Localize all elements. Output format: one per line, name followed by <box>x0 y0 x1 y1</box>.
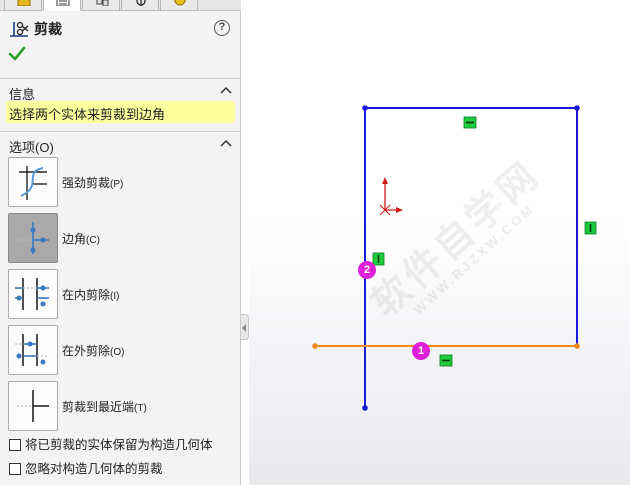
property-manager-panel: 剪裁 ? 信息 选择两个实体来剪裁到边角 选项(O) 强劲剪裁(P) 边角(C)… <box>0 0 241 485</box>
help-icon[interactable]: ? <box>214 20 230 36</box>
panel-collapse-handle[interactable] <box>241 314 249 340</box>
power-trim-label[interactable]: 强劲剪裁(P) <box>62 176 123 192</box>
trim-away-outside-icon <box>15 334 49 366</box>
sketch-endpoint[interactable] <box>574 105 580 111</box>
trim-entities-icon <box>10 21 29 37</box>
message-section-header[interactable]: 信息 <box>0 78 241 102</box>
ok-checkmark-icon[interactable] <box>8 46 26 62</box>
graphics-area[interactable]: 软件自学网 WWW.RJZXW.COM 1 2 <box>249 0 630 485</box>
message-text: 选择两个实体来剪裁到边角 <box>9 107 166 122</box>
dimxpert-manager-icon <box>136 0 146 6</box>
power-trim-button[interactable] <box>8 157 58 207</box>
ignore-construction-label[interactable]: 忽略对构造几何体的剪裁 <box>25 462 163 476</box>
tab-property-manager[interactable] <box>43 0 81 11</box>
tab-display-manager[interactable] <box>160 0 198 11</box>
sketch-canvas[interactable] <box>249 0 630 485</box>
vertical-relation-icon[interactable] <box>372 252 385 266</box>
feature-manager-icon <box>17 0 31 6</box>
tab-configuration-manager[interactable] <box>82 0 120 11</box>
message-box: 选择两个实体来剪裁到边角 <box>6 101 235 123</box>
property-manager-icon <box>56 0 70 6</box>
chevron-up-icon[interactable] <box>220 138 232 148</box>
trim-away-outside-button[interactable] <box>8 325 58 375</box>
configuration-manager-icon <box>96 0 109 6</box>
trim-to-closest-button[interactable] <box>8 381 58 431</box>
tab-dimxpert-manager[interactable] <box>121 0 159 11</box>
tab-feature-manager[interactable] <box>4 0 42 11</box>
options-section-title: 选项(O) <box>9 140 54 155</box>
options-section-header[interactable]: 选项(O) <box>0 131 241 155</box>
keep-trimmed-construction-label[interactable]: 将已剪裁的实体保留为构造几何体 <box>25 438 213 452</box>
corner-trim-icon <box>17 222 49 254</box>
trim-away-inside-icon <box>15 278 49 310</box>
sketch-endpoint[interactable] <box>362 105 368 111</box>
corner-trim-label[interactable]: 边角(C) <box>62 232 100 248</box>
origin-axis-icon <box>379 177 403 216</box>
ignore-construction-checkbox[interactable] <box>9 463 21 475</box>
sketch-endpoint[interactable] <box>574 343 580 349</box>
sketch-endpoint[interactable] <box>312 343 318 349</box>
trim-away-inside-button[interactable] <box>8 269 58 319</box>
corner-trim-button[interactable] <box>8 213 58 263</box>
selection-badge-1: 1 <box>412 342 430 360</box>
trim-to-closest-label[interactable]: 剪裁到最近端(T) <box>62 400 147 416</box>
horizontal-relation-icon[interactable] <box>439 354 453 367</box>
display-manager-icon <box>174 0 186 6</box>
keep-trimmed-construction-checkbox[interactable] <box>9 439 21 451</box>
horizontal-relation-icon[interactable] <box>463 116 477 129</box>
chevron-up-icon[interactable] <box>220 85 232 95</box>
manager-tabs <box>0 0 241 11</box>
page-title: 剪裁 <box>34 21 62 37</box>
vertical-relation-icon[interactable] <box>584 221 597 235</box>
selection-badge-2: 2 <box>358 261 376 279</box>
trim-away-outside-label[interactable]: 在外剪除(O) <box>62 344 124 360</box>
trim-to-closest-icon <box>17 390 49 422</box>
power-trim-icon <box>19 166 47 200</box>
sketch-endpoint[interactable] <box>362 405 368 411</box>
trim-away-inside-label[interactable]: 在内剪除(I) <box>62 288 119 304</box>
